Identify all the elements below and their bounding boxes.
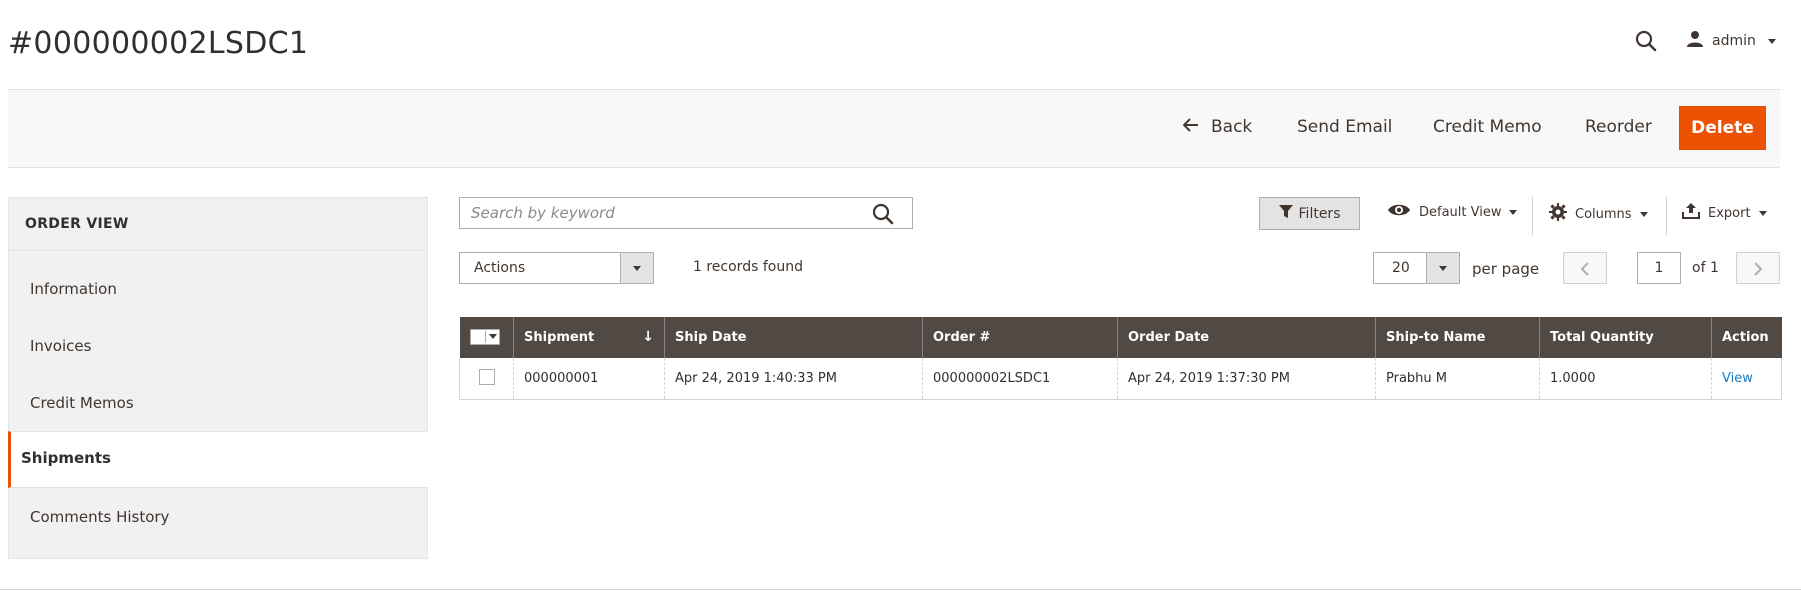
sidebar-item-invoices[interactable]: Invoices [30,337,91,355]
columns-dropdown[interactable]: Columns [1549,203,1648,225]
export-icon [1682,203,1700,223]
sidebar-item-comments-history[interactable]: Comments History [30,508,169,526]
chevron-down-icon [1639,211,1648,217]
grid-search [459,197,913,229]
send-email-button[interactable]: Send Email [1297,117,1392,137]
chevron-down-icon [620,253,653,283]
per-page-value: 20 [1392,260,1410,276]
columns-label: Columns [1575,206,1632,222]
sidebar-item-credit-memos[interactable]: Credit Memos [30,394,134,412]
reorder-button[interactable]: Reorder [1585,117,1652,137]
sidebar-divider [9,250,427,251]
order-view-sidebar: ORDER VIEW Information Invoices Credit M… [8,197,428,559]
search-icon[interactable] [872,203,894,229]
search-input[interactable] [460,198,882,228]
actions-label: Actions [474,260,526,276]
table-row: 000000001 Apr 24, 2019 1:40:33 PM 000000… [459,358,1782,400]
back-button[interactable]: Back [1182,117,1253,137]
sidebar-item-label: Shipments [21,449,111,467]
filters-button[interactable]: Filters [1259,197,1360,230]
current-page-input[interactable] [1637,252,1681,284]
credit-memo-button[interactable]: Credit Memo [1433,117,1542,137]
cell-ship-to-name: Prabhu M [1375,358,1540,400]
filters-label: Filters [1298,205,1341,222]
sidebar-item-information[interactable]: Information [30,280,117,298]
default-view-label: Default View [1419,204,1502,220]
previous-page-button[interactable] [1563,252,1607,284]
sort-arrow-icon: ↓ [642,329,654,345]
column-header-ship-date[interactable]: Ship Date [664,317,923,358]
eye-icon [1387,203,1411,221]
mass-actions-select[interactable]: Actions [459,252,654,284]
chevron-down-icon [1509,209,1518,215]
chevron-down-icon [1758,210,1767,216]
delete-button[interactable]: Delete [1679,106,1766,150]
export-label: Export [1708,205,1751,221]
per-page-select[interactable]: 20 [1373,252,1460,284]
user-icon [1686,30,1704,52]
export-dropdown[interactable]: Export [1682,203,1767,223]
sidebar-title: ORDER VIEW [25,216,129,232]
column-header-total-quantity[interactable]: Total Quantity [1539,317,1712,358]
mass-select-checkbox[interactable] [469,328,500,345]
page-title: #000000002LSDC1 [8,26,309,61]
grid-header-row: Shipment ↓ Ship Date Order # Order Date S… [459,317,1782,358]
row-select-cell [459,358,514,400]
cell-order-number: 000000002LSDC1 [922,358,1118,400]
chevron-right-icon [1754,262,1763,276]
cell-ship-date: Apr 24, 2019 1:40:33 PM [664,358,923,400]
column-header-order-date[interactable]: Order Date [1117,317,1376,358]
filter-icon [1278,204,1293,223]
sidebar-item-shipments[interactable]: Shipments [8,431,428,488]
chevron-down-icon [1426,253,1459,283]
page-footer-divider [0,589,1801,590]
column-header-label: Shipment [524,330,595,345]
gear-icon [1549,203,1567,225]
cell-total-quantity: 1.0000 [1539,358,1712,400]
column-header-order-number[interactable]: Order # [922,317,1118,358]
chevron-down-icon [1767,38,1776,44]
row-checkbox[interactable] [478,368,495,385]
view-link[interactable]: View [1722,371,1753,386]
column-header-shipment[interactable]: Shipment ↓ [513,317,665,358]
cell-order-date: Apr 24, 2019 1:37:30 PM [1117,358,1376,400]
default-view-dropdown[interactable]: Default View [1387,203,1518,221]
cell-shipment: 000000001 [513,358,665,400]
toolbar-divider [1532,197,1533,235]
arrow-left-icon [1182,117,1199,137]
column-header-ship-to-name[interactable]: Ship-to Name [1375,317,1540,358]
toolbar-divider [1666,197,1667,235]
mass-select-header[interactable] [459,317,514,358]
user-name: admin [1712,33,1756,49]
chevron-left-icon [1580,262,1589,276]
per-page-label: per page [1472,260,1540,278]
records-found: 1 records found [693,259,803,275]
shipments-grid: Shipment ↓ Ship Date Order # Order Date S… [459,317,1782,400]
user-menu[interactable]: admin [1686,30,1776,52]
global-search-icon[interactable] [1635,30,1659,54]
cell-action: View [1711,358,1782,400]
column-header-action: Action [1711,317,1782,358]
next-page-button[interactable] [1736,252,1780,284]
page-of-total: of 1 [1692,260,1719,276]
chevron-down-icon [488,334,497,339]
back-button-label: Back [1211,117,1253,137]
